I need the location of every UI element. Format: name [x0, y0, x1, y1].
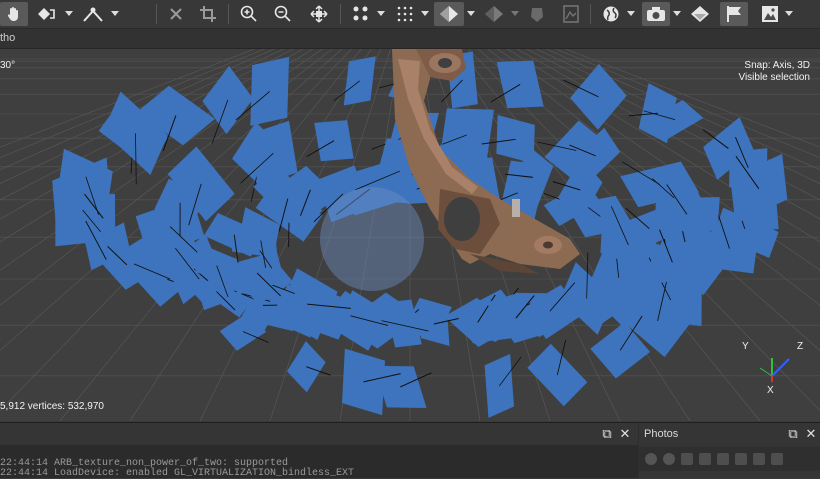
console-log[interactable]: 22:44:14 ARB_texture_non_power_of_two: s… — [0, 459, 638, 479]
bottom-panels: ⧉ ✕ 22:44:14 ARB_texture_non_power_of_tw… — [0, 422, 820, 479]
axis-y-label: Y — [742, 341, 749, 352]
camera-group-icon[interactable] — [717, 453, 729, 465]
image-icon[interactable] — [558, 2, 584, 26]
photos-toolbar — [639, 447, 820, 471]
photos-title: Photos — [644, 428, 679, 440]
rotate-tool-dropdown-icon[interactable] — [64, 2, 74, 26]
selection-status: Visible selection — [738, 72, 810, 83]
add-photo-icon[interactable] — [645, 453, 657, 465]
photos-close-icon[interactable]: ✕ — [804, 427, 818, 441]
view-globe-icon[interactable] — [598, 2, 624, 26]
move-view-icon[interactable] — [304, 2, 334, 26]
toolbar-separator — [340, 4, 341, 24]
rotation-sphere[interactable] — [320, 187, 424, 291]
model-solid-icon[interactable] — [480, 2, 508, 26]
axis-x-label: X — [767, 385, 774, 396]
view-tab-title[interactable]: tho — [0, 32, 15, 44]
console-line: 22:44:14 LoadDevice: enabled GL_VIRTUALI… — [0, 468, 355, 479]
points-dropdown-icon[interactable] — [376, 2, 386, 26]
photo-list-icon[interactable] — [753, 453, 765, 465]
delete-icon[interactable] — [164, 2, 188, 26]
crop-icon[interactable] — [196, 2, 220, 26]
model-stats: 5,912 vertices: 532,970 — [0, 401, 104, 412]
mask-icon[interactable] — [524, 2, 550, 26]
camera-dropdown-icon[interactable] — [672, 2, 682, 26]
photo-view-icon[interactable] — [735, 453, 747, 465]
console-restore-icon[interactable]: ⧉ — [600, 427, 614, 441]
photos-panel: Photos ⧉ ✕ — [639, 423, 820, 478]
photo-details-icon[interactable] — [771, 453, 783, 465]
select-tool-icon[interactable] — [78, 2, 108, 26]
snap-status: Snap: Axis, 3D — [744, 60, 810, 71]
select-tool-dropdown-icon[interactable] — [110, 2, 120, 26]
zoom-out-icon[interactable] — [270, 2, 296, 26]
filter-photo-icon[interactable] — [681, 453, 693, 465]
axis-gizmo: Y Z X — [742, 341, 803, 396]
model-shaded-dropdown-icon[interactable] — [466, 2, 476, 26]
photo-image-icon[interactable] — [756, 2, 784, 26]
zoom-in-icon[interactable] — [236, 2, 262, 26]
model-solid-dropdown-icon[interactable] — [510, 2, 520, 26]
view-tab-bar: tho — [0, 29, 820, 49]
hand-tool-icon[interactable] — [0, 2, 28, 26]
remove-photo-icon[interactable] — [663, 453, 675, 465]
dense-points-icon[interactable] — [392, 2, 418, 26]
toolbar-separator — [156, 4, 157, 24]
model-viewport[interactable]: Y Z X 30° Snap: Axis, 3D Visible selecti… — [0, 49, 820, 421]
points-icon[interactable] — [348, 2, 374, 26]
show-cameras-icon[interactable] — [686, 2, 714, 26]
projection-label: 30° — [0, 60, 16, 71]
console-panel: ⧉ ✕ 22:44:14 ARB_texture_non_power_of_tw… — [0, 423, 638, 479]
toolbar-separator — [590, 4, 591, 24]
console-header: ⧉ ✕ — [0, 423, 638, 445]
flag-icon[interactable] — [720, 2, 748, 26]
photo-image-dropdown-icon[interactable] — [784, 2, 794, 26]
camera-icon[interactable] — [642, 2, 670, 26]
axis-z-label: Z — [797, 341, 803, 352]
align-photo-icon[interactable] — [699, 453, 711, 465]
photos-restore-icon[interactable]: ⧉ — [786, 427, 800, 441]
toolbar-separator — [228, 4, 229, 24]
model-shaded-icon[interactable] — [434, 2, 464, 26]
view-globe-dropdown-icon[interactable] — [626, 2, 636, 26]
dense-points-dropdown-icon[interactable] — [420, 2, 430, 26]
main-toolbar — [0, 0, 820, 29]
rotate-tool-icon[interactable] — [32, 2, 62, 26]
console-close-icon[interactable]: ✕ — [618, 427, 632, 441]
scene-canvas[interactable]: Y Z X — [0, 49, 820, 421]
